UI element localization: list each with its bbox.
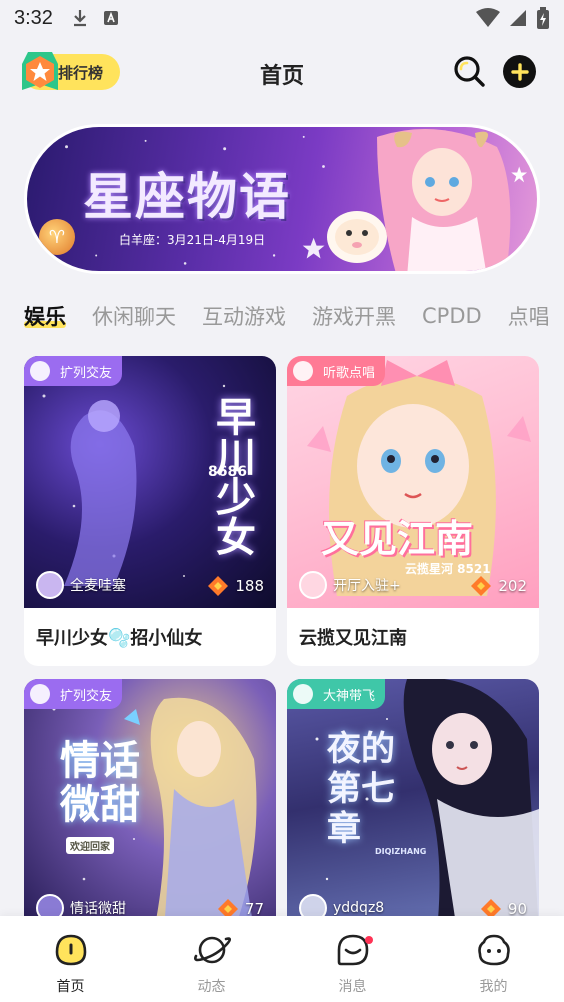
room-title: 云揽又见江南 — [299, 628, 407, 649]
cover-title-text: 夜的第七章 — [327, 729, 395, 849]
notification-a-icon — [103, 11, 118, 25]
nav-profile[interactable]: 我的 — [444, 932, 544, 996]
cover-title-text: 又见江南 — [321, 517, 474, 561]
host-name: 情话微甜 — [70, 901, 126, 917]
cover-subtitle-text: DIQIZHANG — [375, 847, 427, 856]
room-host: 开厅入驻+ — [299, 571, 401, 599]
fire-icon — [208, 576, 229, 596]
banner-subtitle: 白羊座：3月21日-4月19日 — [119, 233, 266, 247]
profile-icon — [477, 934, 510, 966]
room-host: 全麦哇塞 — [36, 571, 126, 599]
unread-badge — [364, 936, 373, 944]
room-tag: 听歌点唱 — [287, 356, 386, 386]
banner-character-illustration — [327, 129, 511, 271]
room-card[interactable]: 又见江南 云揽星河 8521 听歌点唱 开厅入驻+ 202 云揽又见江南 — [287, 356, 539, 666]
room-heat: 188 — [207, 575, 264, 597]
tab-cpdd[interactable]: CPDD — [422, 304, 482, 328]
wifi-icon — [476, 8, 500, 27]
plus-icon — [510, 62, 529, 81]
room-tag-label: 大神带飞 — [323, 688, 376, 704]
signal-icon — [510, 10, 526, 26]
header: 排行榜 首页 — [0, 46, 564, 98]
tag-icon — [30, 684, 50, 704]
nav-profile-label: 我的 — [479, 979, 508, 995]
tag-icon — [293, 684, 313, 704]
nav-moments-label: 动态 — [197, 979, 226, 995]
nav-messages[interactable]: 消息 — [303, 932, 403, 996]
avatar — [36, 571, 64, 599]
category-tabs: 娱乐 休闲聊天 互动游戏 游戏开黑 CPDD 点唱 — [24, 296, 564, 336]
room-tag: 大神带飞 — [287, 679, 386, 709]
bottom-navigation: 首页 动态 消息 我的 — [0, 916, 564, 1002]
planet-icon — [193, 936, 231, 964]
room-tag: 扩列交友 — [24, 356, 123, 386]
search-icon[interactable] — [452, 54, 486, 88]
aries-icon: ♈ — [39, 219, 75, 255]
room-card[interactable]: 情话微甜 欢迎回家 扩列交友 情话微甜 77 — [24, 679, 276, 931]
add-button[interactable] — [503, 55, 536, 88]
host-name: yddqz8 — [333, 900, 385, 916]
room-tag-label: 扩列交友 — [60, 688, 113, 704]
room-tag-label: 听歌点唱 — [323, 365, 376, 381]
cover-title-text: 情话微甜 — [60, 738, 140, 828]
cover-subtitle-text: 8686 — [208, 464, 247, 480]
room-heat: 202 — [470, 575, 527, 597]
heat-count: 202 — [498, 577, 527, 595]
room-tag: 扩列交友 — [24, 679, 123, 709]
status-time: 3:32 — [14, 6, 53, 29]
nav-home[interactable]: 首页 — [21, 932, 121, 996]
banner-constellation[interactable]: ♈ 星座物语 白羊座：3月21日-4月19日 — [24, 124, 540, 274]
tab-gaming-together[interactable]: 游戏开黑 — [312, 301, 396, 331]
room-title: 早川少女🫧招小仙女 — [36, 628, 203, 649]
host-name: 全麦哇塞 — [70, 578, 126, 594]
tab-casual-chat[interactable]: 休闲聊天 — [92, 301, 176, 331]
fire-icon — [471, 576, 492, 596]
room-card[interactable]: 早川少女 8686 扩列交友 全麦哇塞 188 早川少女🫧招小仙女 — [24, 356, 276, 666]
tab-song-request[interactable]: 点唱 — [508, 301, 550, 331]
room-card[interactable]: 夜的第七章 DIQIZHANG 大神带飞 yddqz8 90 — [287, 679, 539, 931]
avatar — [299, 571, 327, 599]
nav-messages-label: 消息 — [338, 979, 367, 995]
tab-entertainment[interactable]: 娱乐 — [24, 301, 66, 331]
battery-icon — [537, 7, 549, 29]
tab-interactive-games[interactable]: 互动游戏 — [202, 301, 286, 331]
room-tag-label: 扩列交友 — [60, 365, 113, 381]
home-icon — [55, 934, 86, 966]
nav-home-label: 首页 — [56, 979, 85, 995]
tag-icon — [293, 361, 313, 381]
nav-moments[interactable]: 动态 — [162, 932, 262, 996]
host-name: 开厅入驻+ — [333, 578, 401, 594]
status-bar: 3:32 — [0, 0, 564, 36]
cover-subtitle-text: 欢迎回家 — [66, 837, 114, 854]
download-icon — [73, 10, 86, 27]
tag-icon — [30, 361, 50, 381]
heat-count: 188 — [235, 577, 264, 595]
banner-title: 星座物语 — [83, 168, 291, 226]
